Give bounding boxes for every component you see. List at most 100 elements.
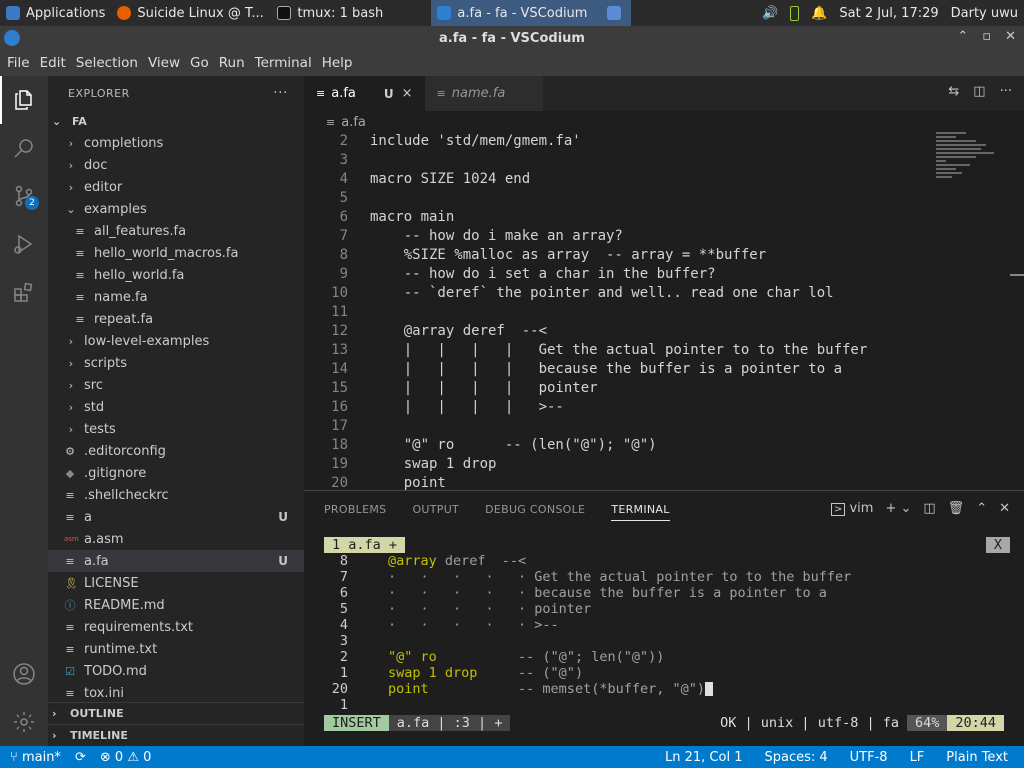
more-actions-icon[interactable]: ··· (273, 85, 288, 101)
folder-item[interactable]: › scripts (48, 352, 304, 374)
breadcrumb: ≡ a.fa (304, 111, 1024, 133)
file-item[interactable]: ≡ tox.ini (48, 682, 304, 704)
open-changes-icon[interactable]: ⇆ (948, 84, 959, 99)
encoding[interactable]: UTF-8 (850, 750, 888, 765)
line-number: 12 (331, 323, 348, 339)
extensions-icon[interactable] (0, 268, 48, 316)
firefox-icon (117, 6, 132, 20)
close-icon[interactable]: ✕ (1005, 29, 1016, 44)
tab-debug-console[interactable]: DEBUG CONSOLE (485, 503, 585, 516)
task-vscodium[interactable]: a.fa - fa - VSCodium (431, 0, 602, 26)
new-terminal-icon[interactable]: + ⌄ (885, 501, 911, 516)
tree-item-label: examples (84, 201, 147, 217)
file-item[interactable]: ≡ a.fa U (48, 550, 304, 572)
file-item[interactable]: ◆ .gitignore (48, 462, 304, 484)
menu-selection[interactable]: Selection (71, 55, 143, 71)
more-actions-icon[interactable]: ··· (1000, 84, 1012, 99)
maximize-icon[interactable]: ▫ (982, 29, 991, 44)
file-item[interactable]: ≡ a U (48, 506, 304, 528)
menu-go[interactable]: Go (185, 55, 214, 71)
file-item[interactable]: ☑ TODO.md (48, 660, 304, 682)
trash-icon[interactable]: 🗑 (948, 501, 965, 516)
source-control-icon[interactable] (0, 172, 48, 220)
explorer-icon[interactable] (0, 76, 48, 124)
file-item[interactable]: 🎗 LICENSE (48, 572, 304, 594)
minimap[interactable] (936, 132, 996, 212)
file-item[interactable]: ≡ hello_world.fa (48, 264, 304, 286)
account-icon[interactable] (0, 650, 48, 698)
tab-name-fa[interactable]: ≡ name.fa (424, 76, 543, 111)
tab-a-fa[interactable]: ≡ a.fa U × (304, 76, 425, 111)
workspace-root[interactable]: ⌄ FA (48, 110, 304, 132)
file-item[interactable]: ⓘ README.md (48, 594, 304, 616)
menu-run[interactable]: Run (214, 55, 250, 71)
run-debug-icon[interactable] (0, 220, 48, 268)
line-number: 17 (331, 418, 348, 434)
folder-item[interactable]: › std (48, 396, 304, 418)
task-extra[interactable] (601, 0, 632, 26)
problems-item[interactable]: ⊗ 0 ⚠ 0 (100, 750, 152, 765)
tab-terminal[interactable]: TERMINAL (611, 503, 670, 521)
sync-icon[interactable]: ⟳ (75, 750, 86, 765)
menu-terminal[interactable]: Terminal (250, 55, 317, 71)
timeline-section[interactable]: › TIMELINE (48, 724, 304, 746)
menu-edit[interactable]: Edit (35, 55, 71, 71)
user-name[interactable]: Darty uwu (951, 6, 1018, 21)
line-number: 14 (331, 361, 348, 377)
outline-section[interactable]: › OUTLINE (48, 702, 304, 724)
menu-file[interactable]: File (2, 55, 35, 71)
folder-item[interactable]: › doc (48, 154, 304, 176)
file-item[interactable]: ≡ hello_world_macros.fa (48, 242, 304, 264)
tab-output[interactable]: OUTPUT (412, 503, 459, 516)
applications-menu[interactable]: Applications (0, 0, 111, 26)
minimize-icon[interactable]: ⌃ (957, 29, 968, 44)
terminal-select[interactable]: > vim (830, 501, 873, 516)
menu-view[interactable]: View (143, 55, 185, 71)
file-item[interactable]: ⚙ .editorconfig (48, 440, 304, 462)
folder-item[interactable]: › low-level-examples (48, 330, 304, 352)
battery-icon[interactable] (790, 5, 800, 21)
split-terminal-icon[interactable]: ◫ (923, 501, 935, 516)
breadcrumb-file[interactable]: a.fa (341, 115, 366, 130)
tab-status: U (383, 86, 394, 101)
search-icon[interactable] (0, 124, 48, 172)
status-bar: ⑂ main* ⟳ ⊗ 0 ⚠ 0 Ln 21, Col 1 Spaces: 4… (0, 746, 1024, 768)
tab-close-icon[interactable]: × (402, 86, 413, 101)
task-tmux[interactable]: tmux: 1 bash (271, 0, 431, 26)
line-text: swap 1 drop (370, 456, 497, 472)
file-item[interactable]: ≡ all_features.fa (48, 220, 304, 242)
file-item[interactable]: ≡ .shellcheckrc (48, 484, 304, 506)
clock[interactable]: Sat 2 Jul, 17:29 (839, 6, 938, 21)
end-of-line[interactable]: LF (910, 750, 925, 765)
settings-gear-icon[interactable] (0, 698, 48, 746)
indentation[interactable]: Spaces: 4 (764, 750, 827, 765)
license-icon: 🎗 (64, 576, 78, 590)
close-panel-icon[interactable]: ✕ (999, 501, 1010, 516)
language-mode[interactable]: Plain Text (946, 750, 1008, 765)
maximize-panel-icon[interactable]: ⌃ (976, 501, 987, 516)
menu-help[interactable]: Help (317, 55, 358, 71)
scrollbar-marker[interactable] (1010, 274, 1024, 276)
line-text: include 'std/mem/gmem.fa' (370, 133, 581, 149)
terminal-view[interactable]: 1 a.fa + X 8 @array deref --< 7 · · · · · G… (324, 537, 1010, 733)
file-item[interactable]: ≡ name.fa (48, 286, 304, 308)
file-item[interactable]: ≡ requirements.txt (48, 616, 304, 638)
file-item[interactable]: asm a.asm (48, 528, 304, 550)
folder-item[interactable]: › completions (48, 132, 304, 154)
branch-item[interactable]: ⑂ main* (10, 750, 61, 765)
folder-item[interactable]: › tests (48, 418, 304, 440)
cursor-position[interactable]: Ln 21, Col 1 (665, 750, 742, 765)
vim-close-tab[interactable]: X (985, 537, 1010, 553)
code-area[interactable]: 2 include 'std/mem/gmem.fa' 3 4 macro SIZE 1… (304, 133, 1024, 491)
split-editor-icon[interactable]: ◫ (973, 84, 985, 99)
volume-icon[interactable]: 🔊 (762, 6, 778, 21)
notification-icon[interactable]: 🔔 (811, 6, 827, 21)
tab-problems[interactable]: PROBLEMS (324, 503, 386, 516)
file-item[interactable]: ≡ runtime.txt (48, 638, 304, 660)
folder-item[interactable]: › src (48, 374, 304, 396)
chevron-right-icon: › (68, 334, 74, 348)
task-browser[interactable]: Suicide Linux @ T... (111, 0, 271, 26)
folder-item[interactable]: › editor (48, 176, 304, 198)
file-item[interactable]: ≡ repeat.fa (48, 308, 304, 330)
folder-item[interactable]: ⌄ examples (48, 198, 304, 220)
